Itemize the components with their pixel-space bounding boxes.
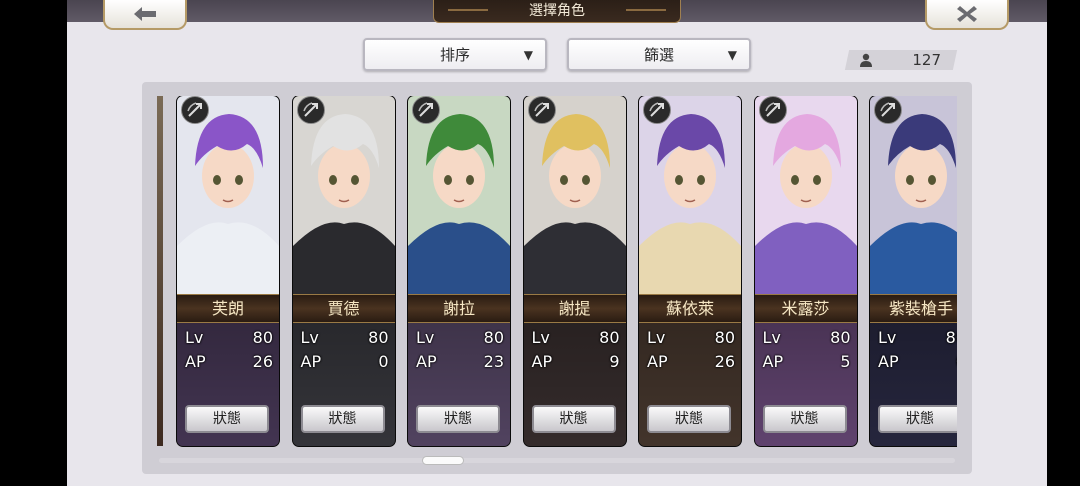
character-card[interactable]: 米露莎 Lv 80 AP 5 狀態 [754,96,857,446]
level-value: 80 [714,328,735,347]
chevron-down-icon: ▼ [727,48,737,62]
level-value: 80 [945,328,957,347]
level-label: Lv [300,328,319,347]
character-card[interactable]: 芙朗 Lv 80 AP 26 狀態 [177,96,279,446]
level-label: Lv [762,328,781,347]
chevron-down-icon: ▼ [523,48,533,62]
roster-count: 127 [847,50,955,70]
character-card[interactable]: 賈德 Lv 80 AP 0 狀態 [292,96,395,446]
sort-dropdown[interactable]: 排序 ▼ [363,38,547,71]
level-value: 80 [483,328,504,347]
character-name: 米露莎 [754,294,857,323]
ap-value: 0 [378,352,389,371]
character-name: 賈德 [292,294,395,323]
level-value: 80 [252,328,273,347]
character-portrait [870,96,957,296]
character-portrait [523,96,626,296]
bow-arrow-icon [181,96,209,124]
ap-label: AP [762,352,784,371]
ap-value: 5 [840,352,851,371]
filter-dropdown[interactable]: 篩選 ▼ [567,38,751,71]
character-name: 謝提 [523,294,626,323]
level-label: Lv [647,328,666,347]
level-label: Lv [531,328,550,347]
filter-label: 篩選 [643,46,674,64]
horizontal-scrollbar[interactable] [159,458,955,463]
sort-label: 排序 [439,46,470,64]
status-button[interactable]: 狀態 [416,405,500,433]
ap-label: AP [878,352,899,371]
bow-arrow-icon [874,96,902,124]
close-x-icon [957,6,977,22]
character-card[interactable]: 紫裝槍手 Lv 80 AP 0 狀態 [870,96,957,446]
back-button[interactable] [103,0,187,30]
partial-card-edge [157,96,163,446]
ap-label: AP [647,352,668,371]
person-icon [860,53,872,67]
status-button[interactable]: 狀態 [878,405,957,433]
bow-arrow-icon [296,96,325,124]
status-button[interactable]: 狀態 [300,405,385,433]
status-button[interactable]: 狀態 [185,405,269,433]
character-portrait [292,96,395,296]
screen-title: 選擇角色 [433,0,681,23]
back-arrow-icon [134,7,156,21]
ap-label: AP [185,352,206,371]
ap-value: 26 [714,352,735,371]
level-value: 80 [599,328,620,347]
bow-arrow-icon [527,96,556,124]
bow-arrow-icon [643,96,671,124]
character-portrait [754,96,857,296]
status-button[interactable]: 狀態 [762,405,847,433]
roster-count-value: 127 [912,51,941,69]
character-name: 蘇依萊 [639,294,741,323]
character-card[interactable]: 蘇依萊 Lv 80 AP 26 狀態 [639,96,741,446]
character-select-screen: 選擇角色 排序 ▼ 篩選 ▼ 127 芙朗 Lv 80 AP 26 狀態 賈德 … [67,0,1047,486]
ap-label: AP [531,352,553,371]
ap-value: 0 [956,352,957,371]
status-button[interactable]: 狀態 [647,405,731,433]
bow-arrow-icon [412,96,440,124]
level-label: Lv [416,328,435,347]
character-portrait [639,96,741,296]
character-name: 芙朗 [177,294,279,323]
character-card-list[interactable]: 芙朗 Lv 80 AP 26 狀態 賈德 Lv 80 AP 0 狀態 謝拉 Lv… [157,96,957,450]
character-card[interactable]: 謝拉 Lv 80 AP 23 狀態 [408,96,510,446]
level-label: Lv [878,328,897,347]
level-value: 80 [368,328,389,347]
character-portrait [408,96,510,296]
ap-value: 26 [252,352,273,371]
bow-arrow-icon [758,96,787,124]
scrollbar-thumb[interactable] [422,456,464,465]
close-button[interactable] [925,0,1009,30]
ap-value: 23 [483,352,504,371]
ap-label: AP [300,352,322,371]
status-button[interactable]: 狀態 [531,405,616,433]
character-card[interactable]: 謝提 Lv 80 AP 9 狀態 [523,96,626,446]
level-label: Lv [185,328,204,347]
character-portrait [177,96,279,296]
ap-label: AP [416,352,437,371]
ap-value: 9 [609,352,620,371]
level-value: 80 [830,328,851,347]
character-name: 謝拉 [408,294,510,323]
character-name: 紫裝槍手 [870,294,957,323]
